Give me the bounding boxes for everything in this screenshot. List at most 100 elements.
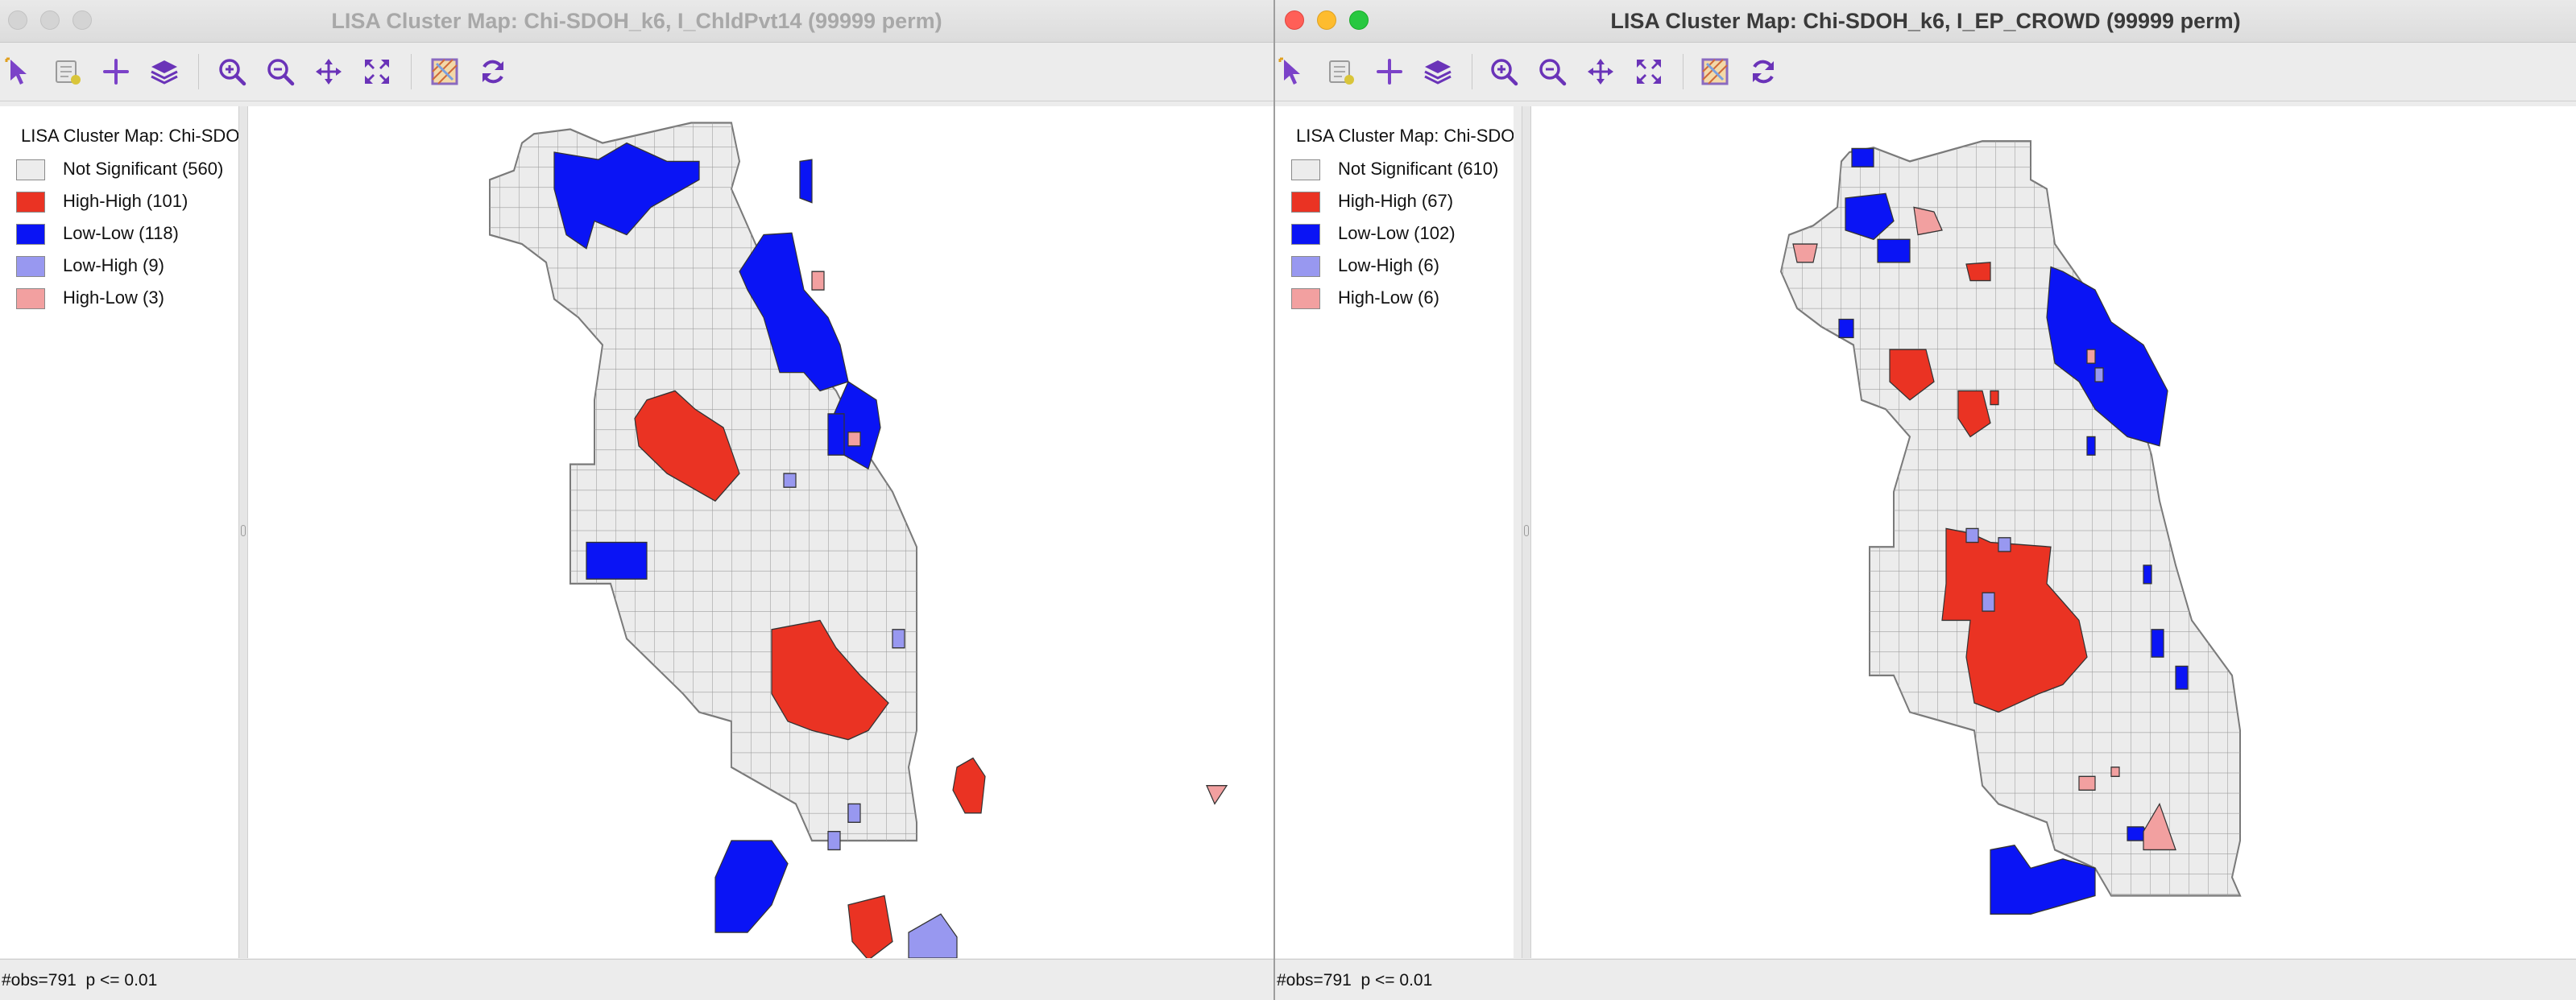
add-button[interactable] — [1373, 56, 1406, 88]
basemap-icon — [431, 58, 458, 85]
legend-label: High-High (101) — [63, 191, 188, 211]
legend-title: LISA Cluster Map: Chi-SDOH_k6, I_EP_CROW… — [1296, 126, 1514, 146]
pan-button[interactable] — [1584, 56, 1617, 88]
full-extent-button[interactable] — [361, 56, 393, 88]
toolbar-separator — [411, 54, 412, 89]
legend-swatch — [1291, 288, 1320, 309]
window-title-bar[interactable]: LISA Cluster Map: Chi-SDOH_k6, I_EP_CROW… — [1275, 0, 2576, 43]
zoom-in-button[interactable] — [1488, 56, 1520, 88]
low-high-cluster — [1965, 527, 1979, 543]
legend-swatch — [16, 256, 45, 277]
low-low-cluster — [2151, 629, 2164, 658]
window-title-bar[interactable]: LISA Cluster Map: Chi-SDOH_k6, I_ChldPvt… — [0, 0, 1274, 43]
legend-swatch — [1291, 192, 1320, 213]
zoom-out-button[interactable] — [1536, 56, 1568, 88]
legend-label: Not Significant (560) — [63, 159, 224, 179]
legend-item-not-significant[interactable]: Not Significant (610) — [1291, 155, 1514, 184]
legend-swatch — [16, 159, 45, 180]
legend-swatch — [1291, 159, 1320, 180]
legend-item-low-high[interactable]: Low-High (9) — [16, 251, 238, 280]
select-arrow-icon — [5, 57, 27, 85]
high-low-cluster — [811, 271, 825, 291]
layers-button[interactable] — [148, 56, 180, 88]
high-low-cluster — [2078, 775, 2096, 791]
legend-label: High-Low (6) — [1338, 287, 1439, 308]
low-high-cluster — [908, 913, 958, 958]
map-canvas[interactable] — [1531, 106, 2576, 958]
status-text: #obs=791 p <= 0.01 — [2, 971, 158, 990]
legend-splitter[interactable] — [238, 106, 248, 958]
select-tool-button[interactable] — [3, 56, 35, 88]
toolbar-separator — [198, 54, 199, 89]
legend-item-low-low[interactable]: Low-Low (118) — [16, 219, 238, 248]
status-bar: #obs=791 p <= 0.01 — [0, 959, 1274, 1000]
legend-item-high-high[interactable]: High-High (101) — [16, 187, 238, 216]
low-low-cluster — [827, 413, 845, 456]
basemap-button[interactable] — [1699, 56, 1731, 88]
map-toolbar — [1275, 43, 2576, 101]
legend-label: Not Significant (610) — [1338, 159, 1499, 179]
zoom-in-icon — [1491, 59, 1518, 86]
refresh-icon — [1753, 60, 1774, 84]
legend-swatch — [16, 224, 45, 245]
splitter-grip-icon — [241, 525, 246, 536]
high-low-cluster — [2086, 349, 2096, 364]
low-low-cluster — [2143, 564, 2152, 585]
window-title: LISA Cluster Map: Chi-SDOH_k6, I_ChldPvt… — [331, 9, 942, 33]
add-plus-icon — [1377, 59, 1402, 85]
refresh-button[interactable] — [1747, 56, 1779, 88]
refresh-button[interactable] — [477, 56, 509, 88]
low-high-cluster — [783, 473, 797, 488]
full-extent-icon — [1637, 60, 1661, 84]
zoom-in-button[interactable] — [216, 56, 248, 88]
chicago-lisa-map[interactable] — [1531, 106, 2576, 958]
low-low-cluster — [2175, 665, 2189, 690]
lisa-window-chldpvt14: LISA Cluster Map: Chi-SDOH_k6, I_ChldPvt… — [0, 0, 1274, 1000]
legend-swatch — [1291, 224, 1320, 245]
select-arrow-icon — [1278, 57, 1300, 85]
pan-icon — [1588, 59, 1613, 85]
pan-button[interactable] — [313, 56, 345, 88]
status-text: #obs=791 p <= 0.01 — [1277, 971, 1433, 990]
zoom-out-icon — [267, 59, 295, 86]
high-high-cluster — [847, 895, 893, 958]
high-low-cluster — [1792, 243, 1818, 263]
low-low-cluster — [1838, 318, 1854, 338]
chicago-lisa-map[interactable] — [248, 106, 1274, 958]
legend-item-not-significant[interactable]: Not Significant (560) — [16, 155, 238, 184]
legend-swatch — [16, 192, 45, 213]
selection-shape-button[interactable] — [52, 56, 84, 88]
legend-title: LISA Cluster Map: Chi-SDOH_k6, I_ChldPvt… — [21, 126, 238, 146]
legend-item-low-low[interactable]: Low-Low (102) — [1291, 219, 1514, 248]
legend-item-low-high[interactable]: Low-High (6) — [1291, 251, 1514, 280]
legend-item-high-low[interactable]: High-Low (6) — [1291, 283, 1514, 312]
map-canvas[interactable] — [248, 106, 1274, 958]
low-low-cluster — [1877, 238, 1911, 263]
legend-label: Low-High (9) — [63, 255, 164, 275]
low-high-cluster — [892, 629, 905, 649]
splitter-grip-icon — [1524, 525, 1529, 536]
legend-item-high-low[interactable]: High-Low (3) — [16, 283, 238, 312]
layers-button[interactable] — [1422, 56, 1454, 88]
legend-splitter[interactable] — [1522, 106, 1531, 958]
basemap-button[interactable] — [429, 56, 461, 88]
select-tool-button[interactable] — [1277, 56, 1309, 88]
map-legend: LISA Cluster Map: Chi-SDOH_k6, I_ChldPvt… — [0, 106, 238, 958]
full-extent-icon — [365, 60, 389, 84]
low-high-cluster — [1982, 592, 1995, 612]
legend-label: High-Low (3) — [63, 287, 164, 308]
full-extent-button[interactable] — [1633, 56, 1665, 88]
high-high-cluster — [1965, 262, 1991, 282]
low-high-cluster — [2094, 367, 2104, 382]
low-low-cluster — [714, 840, 789, 933]
selection-shape-button[interactable] — [1325, 56, 1357, 88]
add-button[interactable] — [100, 56, 132, 88]
legend-label: Low-Low (118) — [63, 223, 179, 243]
low-low-cluster — [799, 159, 813, 204]
add-plus-icon — [103, 59, 129, 85]
zoom-out-icon — [1539, 59, 1567, 86]
legend-item-high-high[interactable]: High-High (67) — [1291, 187, 1514, 216]
status-bar: #obs=791 p <= 0.01 — [1275, 959, 2576, 1000]
zoom-out-button[interactable] — [264, 56, 296, 88]
high-high-cluster — [952, 757, 986, 814]
